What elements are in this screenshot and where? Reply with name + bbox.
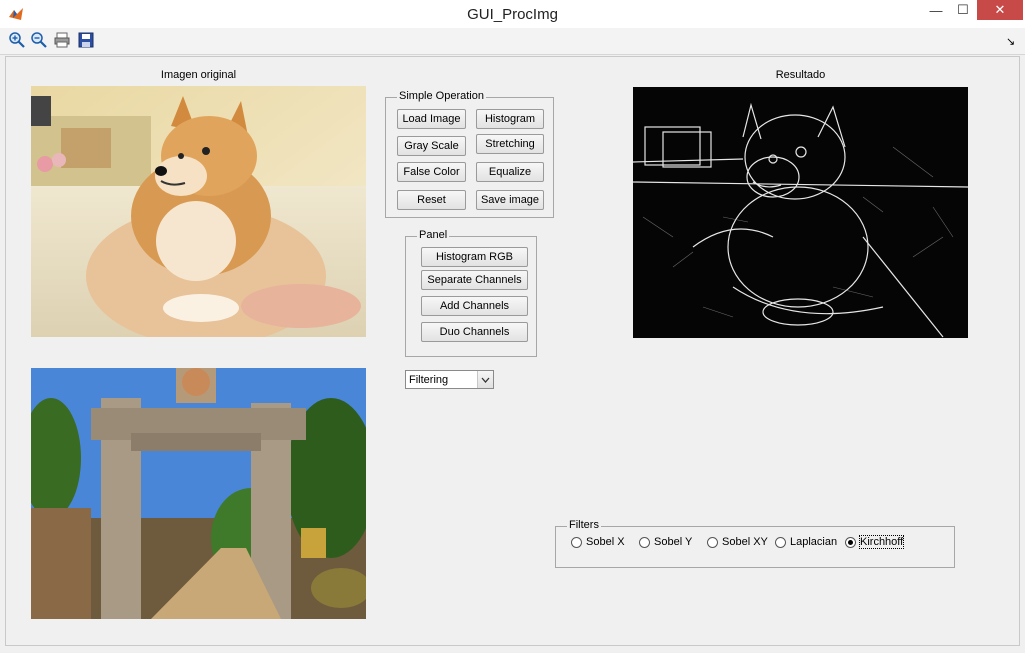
original-image-dog — [31, 86, 366, 337]
result-image — [633, 87, 968, 338]
window-title: GUI_ProcImg — [467, 6, 558, 23]
radio-sobel-x[interactable]: Sobel X — [571, 536, 625, 548]
radio-indicator[interactable] — [571, 536, 582, 548]
print-icon[interactable] — [52, 30, 72, 50]
figure-toolbar — [0, 28, 1025, 55]
simple-operation-label: Simple Operation — [397, 90, 486, 102]
dock-arrow-icon[interactable]: ↘ — [1006, 35, 1015, 48]
minimize-button[interactable]: — — [922, 0, 950, 20]
reset-button[interactable]: Reset — [397, 190, 466, 210]
radio-indicator[interactable] — [775, 536, 786, 548]
maximize-button[interactable]: ☐ — [949, 0, 977, 20]
radio-kirchhoff[interactable]: Kirchhoff — [845, 535, 905, 549]
stretching-button[interactable]: Stretching — [476, 134, 544, 154]
save-icon[interactable] — [76, 30, 96, 50]
filters-label: Filters — [567, 519, 601, 531]
false-color-button[interactable]: False Color — [397, 162, 466, 182]
radio-label: Sobel Y — [654, 536, 693, 548]
radio-indicator[interactable] — [707, 536, 718, 548]
radio-label: Laplacian — [790, 536, 838, 548]
gray-scale-button[interactable]: Gray Scale — [397, 136, 466, 156]
filtering-dropdown[interactable]: Filtering — [405, 370, 494, 389]
radio-indicator[interactable] — [639, 536, 650, 548]
equalize-button[interactable]: Equalize — [476, 162, 544, 182]
chevron-down-icon[interactable] — [477, 371, 493, 388]
zoom-out-icon[interactable] — [29, 30, 49, 50]
radio-label: Sobel X — [586, 536, 625, 548]
add-channels-button[interactable]: Add Channels — [421, 296, 528, 316]
duo-channels-button[interactable]: Duo Channels — [421, 322, 528, 342]
panel-label: Panel — [417, 229, 450, 241]
save-image-button[interactable]: Save image — [476, 190, 544, 210]
original-image-title: Imagen original — [160, 69, 237, 81]
result-image-title: Resultado — [775, 69, 826, 81]
radio-indicator-selected[interactable] — [845, 536, 856, 548]
separate-channels-button[interactable]: Separate Channels — [421, 270, 528, 290]
histogram-button[interactable]: Histogram — [476, 109, 544, 129]
original-image-gate — [31, 368, 366, 619]
radio-sobel-xy[interactable]: Sobel XY — [707, 536, 768, 548]
radio-label: Kirchhoff — [858, 535, 905, 549]
close-button[interactable]: ✕ — [977, 0, 1023, 20]
zoom-in-icon[interactable] — [7, 30, 27, 50]
radio-label: Sobel XY — [722, 536, 768, 548]
load-image-button[interactable]: Load Image — [397, 109, 466, 129]
radio-sobel-y[interactable]: Sobel Y — [639, 536, 692, 548]
filtering-dropdown-value: Filtering — [409, 374, 449, 386]
histogram-rgb-button[interactable]: Histogram RGB — [421, 247, 528, 267]
radio-laplacian[interactable]: Laplacian — [775, 536, 837, 548]
